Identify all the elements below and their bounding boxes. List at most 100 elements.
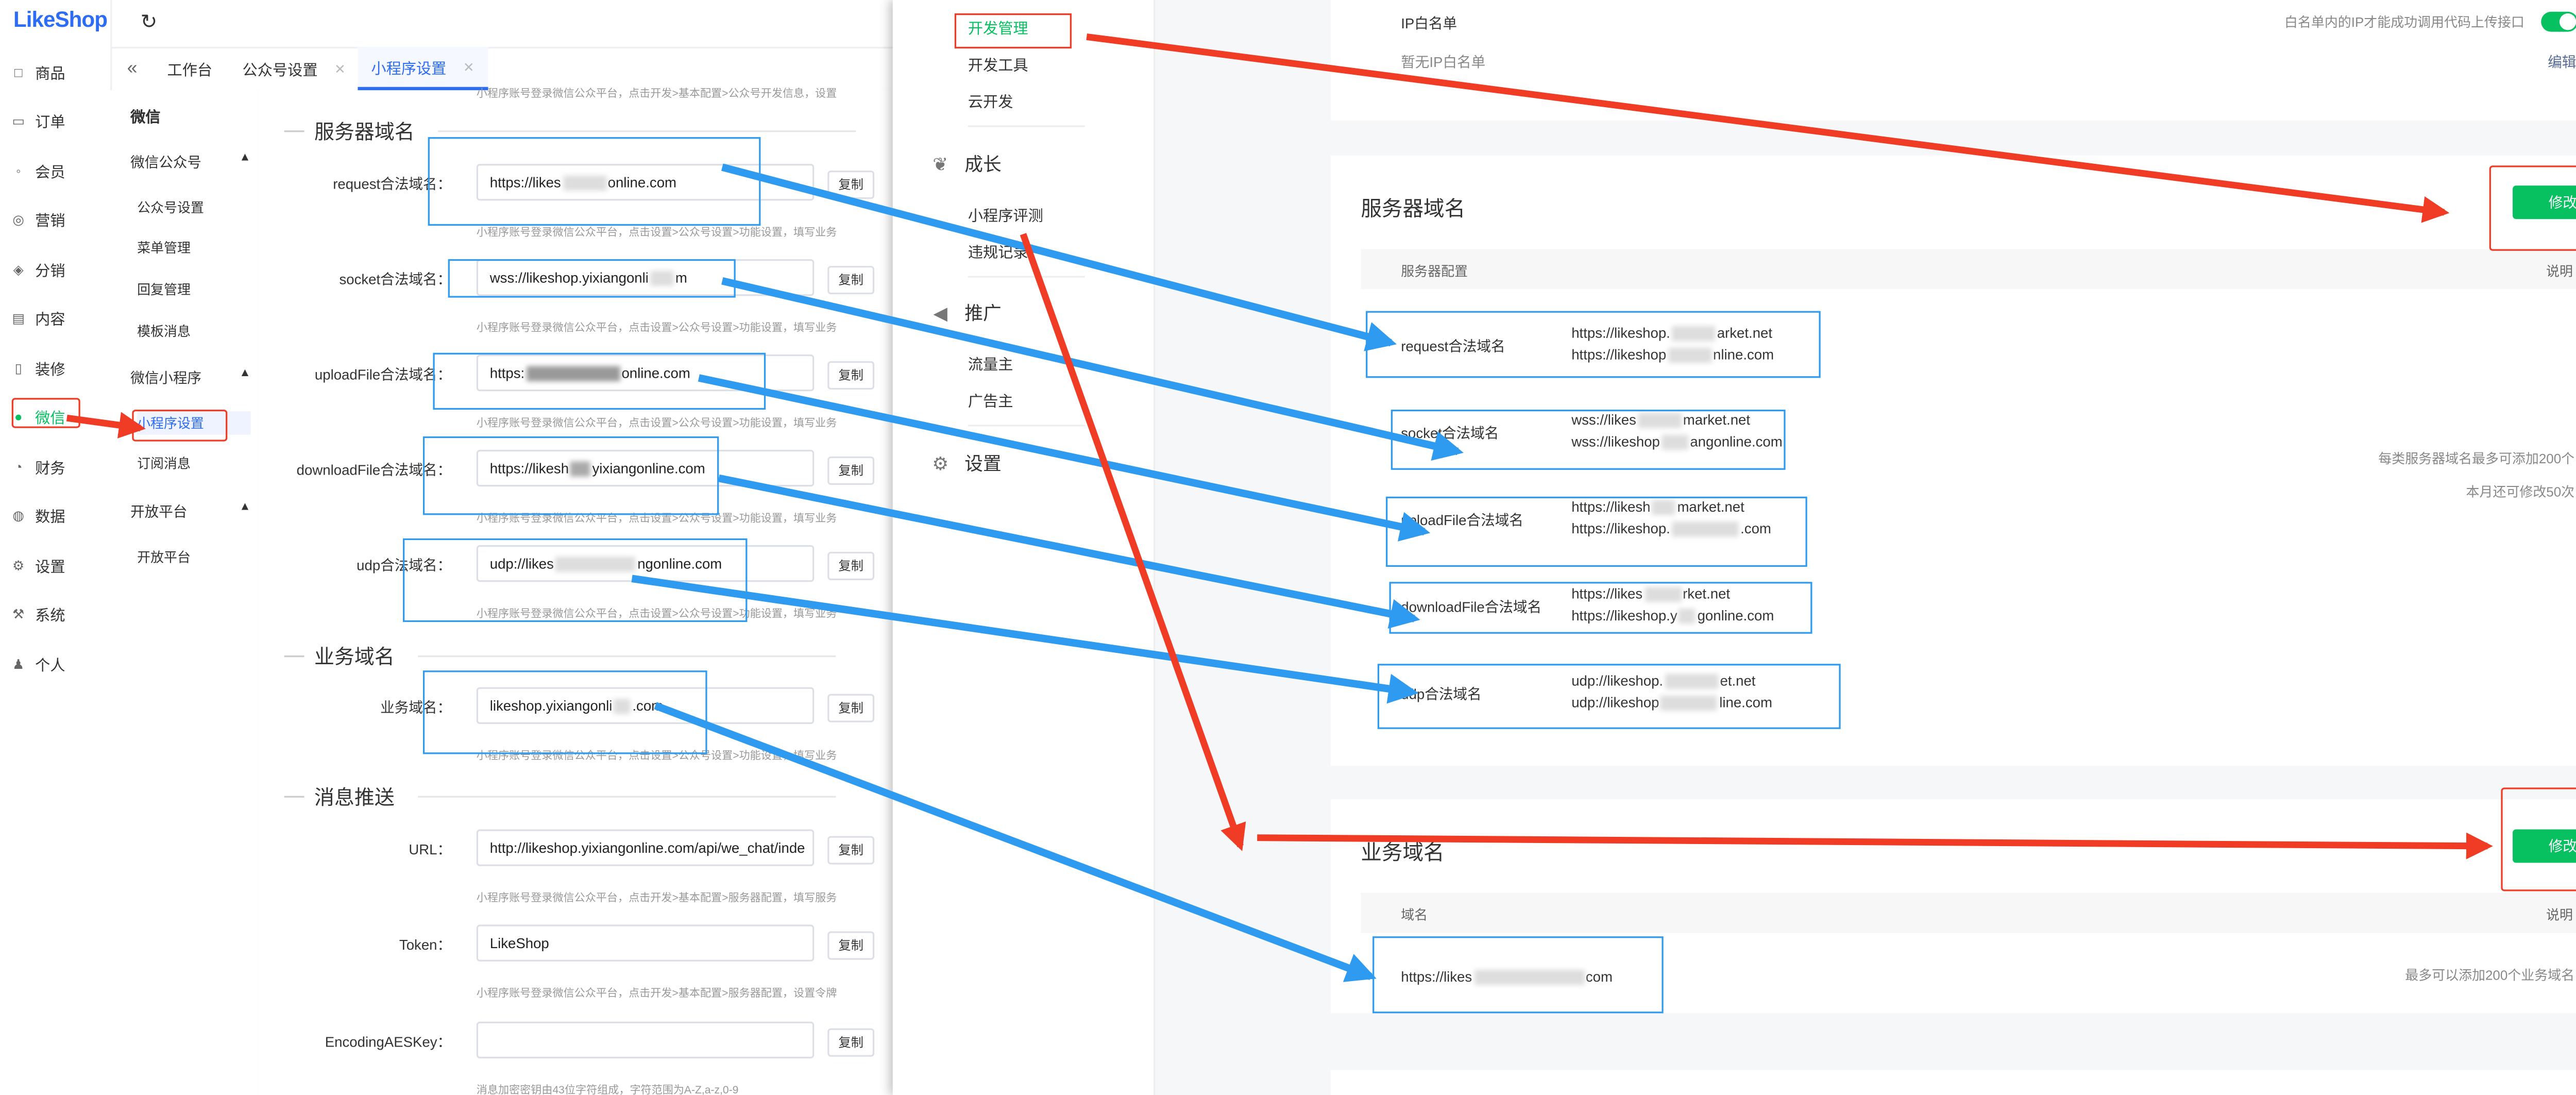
business-table-header: 域名 说明 [1361, 892, 2576, 933]
tab-workbench[interactable]: 工作台 [154, 47, 226, 90]
highlight-box [422, 436, 719, 515]
business-domain-label: 业务域名： [380, 699, 452, 716]
download-domain-label: downloadFile合法域名： [296, 461, 452, 479]
edit-link[interactable]: 编辑 [2548, 52, 2576, 72]
ip-whitelist-note: 白名单内的IP才能成功调用代码上传接口 [2284, 15, 2524, 30]
field-hint: 小程序账号登录微信公众平台，点击开发>基本配置>公众号开发信息，设置 [476, 88, 837, 100]
wx-item-cloud-dev[interactable]: 云开发 [968, 90, 1013, 112]
section-business-domain: 业务域名 [284, 642, 836, 670]
highlight-box [1377, 664, 1841, 729]
nav-item-settings[interactable]: ⚙ 设置 [10, 550, 104, 580]
socket-domain-label: socket合法域名： [339, 271, 452, 288]
sub-nav: 微信 微信公众号 ▲ 公众号设置 菜单管理 回复管理 模板消息 微信小程序 ▲ 小程… [110, 90, 259, 1095]
distribution-icon: ◈ [13, 261, 24, 277]
upload-domain-label: uploadFile合法域名： [314, 366, 452, 383]
caret-up-icon: ▲ [239, 501, 251, 514]
nav-item-distribution[interactable]: ◈ 分销 [10, 254, 104, 284]
highlight-box [1372, 936, 1664, 1014]
nav-item-finance[interactable]: ◔ 财务 [10, 451, 104, 481]
sub-item-reply[interactable]: 回复管理 [137, 278, 251, 301]
sub-group-mini-program[interactable]: 微信小程序 ▲ [130, 368, 251, 388]
finance-icon: ◔ [14, 459, 23, 474]
token-label: Token： [399, 936, 452, 953]
nav-item-members[interactable]: ◦ 会员 [10, 156, 104, 186]
sub-item-menu[interactable]: 菜单管理 [137, 236, 251, 259]
copy-button[interactable]: 复制 [827, 1028, 875, 1057]
nav-item-orders[interactable]: ▭ 订单 [10, 105, 104, 135]
wx-item-advertiser[interactable]: 广告主 [968, 390, 1013, 411]
tab-mini-program[interactable]: 小程序设置 ✕ [358, 46, 488, 91]
sub-item-template[interactable]: 模板消息 [137, 319, 251, 343]
wx-group-growth[interactable]: ❦ 成长 [929, 150, 1001, 177]
close-icon[interactable]: ✕ [334, 61, 346, 76]
caret-up-icon: ▲ [239, 152, 251, 164]
nav-item-data[interactable]: ◍ 数据 [10, 500, 104, 530]
copy-button[interactable]: 复制 [827, 694, 875, 722]
ip-whitelist-card: IP白名单 暂无IP白名单 白名单内的IP才能成功调用代码上传接口 编辑 [1330, 0, 2576, 121]
decorate-icon: ▯ [14, 360, 22, 376]
sub-item-account-settings[interactable]: 公众号设置 [137, 196, 251, 219]
nav-item-marketing[interactable]: ◎ 营销 [10, 204, 104, 234]
highlight-box [428, 137, 761, 226]
wx-item-traffic[interactable]: 流量主 [968, 353, 1013, 375]
sub-group-official[interactable]: 微信公众号 ▲ [130, 152, 251, 172]
sub-item-open-platform[interactable]: 开放平台 [137, 545, 251, 568]
copy-button[interactable]: 复制 [827, 836, 875, 865]
highlight-box [11, 398, 80, 428]
url-input[interactable]: http://likeshop.yixiangonline.com/api/we… [476, 829, 815, 866]
section-message-push: 消息推送 [284, 783, 836, 811]
token-input[interactable]: LikeShop [476, 924, 815, 962]
close-icon[interactable]: ✕ [463, 59, 474, 74]
server-note-remaining: 本月还可修改50次 [2466, 485, 2575, 500]
sub-group-open-platform[interactable]: 开放平台 ▲ [130, 501, 251, 521]
wx-item-dev-tools[interactable]: 开发工具 [968, 54, 1028, 75]
main-nav: LikeShop □ 商品 ▭ 订单 ◦ 会员 ◎ 营销 ◈ 分销 ▤ 内容 ▯ 装修 ● 微信… [0, 0, 112, 1095]
content-icon: ▤ [12, 310, 25, 326]
highlight-box [1391, 410, 1786, 470]
highlight-box [954, 13, 1072, 49]
sub-item-subscribe[interactable]: 订阅消息 [137, 451, 251, 475]
ip-whitelist-label: IP白名单 [1401, 15, 1458, 32]
user-icon: ◦ [16, 163, 21, 178]
megaphone-icon: ◀ [933, 303, 947, 324]
wx-group-promotion[interactable]: ◀ 推广 [929, 299, 1002, 326]
request-domain-label: request合法域名： [333, 175, 452, 193]
wx-group-settings[interactable]: ⚙ 设置 [929, 450, 1001, 477]
field-hint: 小程序账号登录微信公众平台，点击设置>公众号设置>功能设置，填写业务 [476, 418, 837, 430]
copy-button[interactable]: 复制 [827, 931, 875, 960]
highlight-box [403, 538, 748, 622]
server-table-header: 服务器配置 说明 [1361, 249, 2576, 290]
copy-button[interactable]: 复制 [827, 456, 875, 485]
server-note-limit: 每类服务器域名最多可添加200个 [2378, 451, 2575, 467]
copy-button[interactable]: 复制 [827, 170, 875, 199]
highlight-box [2489, 165, 2576, 251]
collapse-icon[interactable]: « [114, 47, 151, 90]
nav-item-system[interactable]: ⚒ 系统 [10, 599, 104, 629]
wx-item-violations[interactable]: 违规记录 [968, 241, 1028, 262]
sub-nav-head: 微信 [130, 108, 161, 126]
highlight-box [1389, 582, 1812, 634]
nav-item-decorate[interactable]: ▯ 装修 [10, 353, 104, 383]
copy-button[interactable]: 复制 [827, 265, 875, 295]
nav-item-goods[interactable]: □ 商品 [10, 57, 104, 87]
server-domain-title: 服务器域名 [1361, 197, 1466, 221]
leaf-icon: ❦ [933, 155, 948, 175]
caret-up-icon: ▲ [239, 367, 251, 380]
nav-item-content[interactable]: ▤ 内容 [10, 302, 104, 332]
nav-item-personal[interactable]: ♟ 个人 [10, 649, 104, 679]
toggle-switch[interactable] [2541, 11, 2576, 32]
wx-item-evaluate[interactable]: 小程序评测 [968, 204, 1043, 226]
copy-button[interactable]: 复制 [827, 551, 875, 580]
highlight-box [433, 352, 766, 410]
orders-icon: ▭ [12, 113, 25, 128]
aes-key-input[interactable] [476, 1021, 815, 1059]
business-note: 最多可以添加200个业务域名 [2405, 968, 2575, 984]
tab-official-account[interactable]: 公众号设置 ✕ [229, 47, 359, 90]
refresh-icon[interactable]: ↻ [141, 10, 158, 33]
divider [968, 425, 1085, 427]
divider [968, 276, 1085, 278]
highlight-box [1386, 496, 1807, 567]
copy-button[interactable]: 复制 [827, 361, 875, 390]
field-hint: 消息加密密钥由43位字符组成，字符范围为A-Z,a-z,0-9 [476, 1085, 739, 1095]
field-hint: 小程序账号登录微信公众平台，点击开发>基本配置>服务器配置，设置令牌 [476, 988, 837, 1000]
